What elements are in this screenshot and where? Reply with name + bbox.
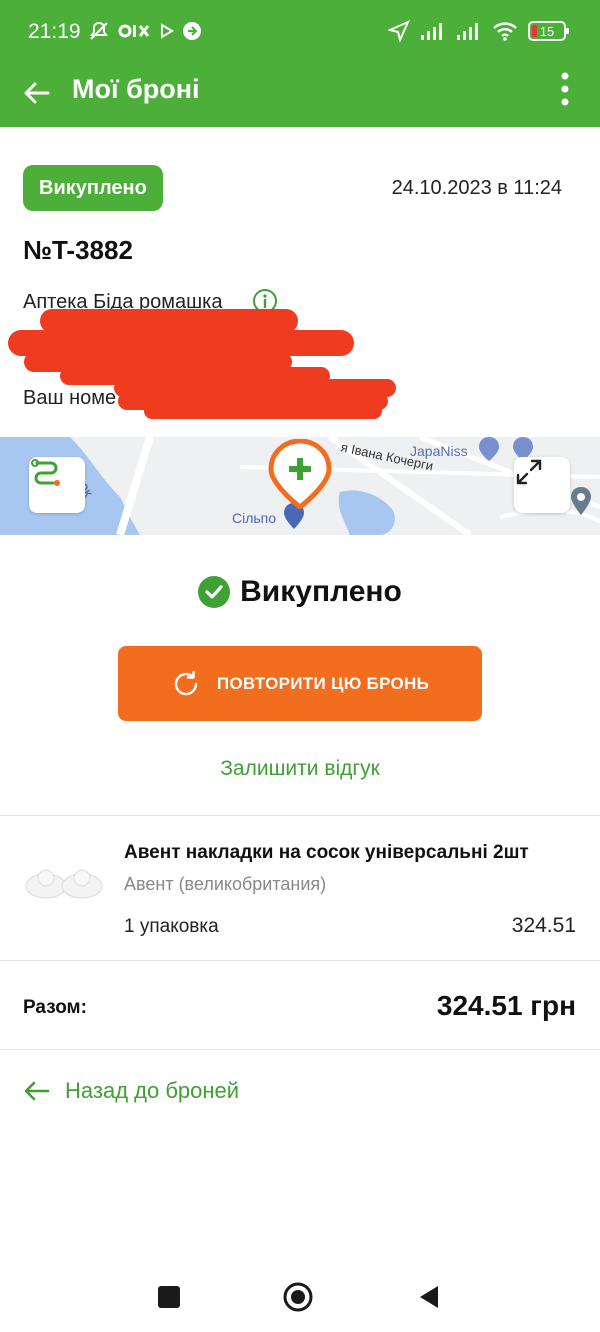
route-icon <box>31 459 60 486</box>
map-view[interactable]: к ок я Івана Кочерги JapaNiss Сільпо <box>0 437 600 535</box>
status-bar: 21:19 15 <box>0 0 600 66</box>
back-to-bookings-link[interactable]: Назад до броней <box>23 1078 239 1104</box>
product-name[interactable]: Авент накладки на сосок універсальні 2шт <box>124 842 529 864</box>
back-triangle-icon[interactable] <box>414 1282 444 1312</box>
system-icons: 15 <box>388 20 569 42</box>
expand-icon <box>516 459 542 485</box>
divider <box>0 960 600 961</box>
expand-map-button[interactable] <box>514 457 570 513</box>
repeat-booking-button[interactable]: ПОВТОРИТИ ЦЮ БРОНЬ <box>118 646 482 721</box>
phone-label: Ваш номе <box>23 387 117 409</box>
app-bar: Мої броні <box>0 66 600 127</box>
order-datetime: 24.10.2023 в 11:24 <box>391 177 562 199</box>
location-icon <box>388 20 410 42</box>
notification-icons <box>88 20 202 42</box>
back-arrow-icon <box>24 1081 50 1101</box>
map-label-store2: Сільпо <box>232 510 277 526</box>
play-icon <box>161 23 174 39</box>
status-time: 21:19 <box>28 20 81 43</box>
home-icon[interactable] <box>283 1282 313 1312</box>
refresh-icon <box>174 670 198 695</box>
total-value: 324.51 грн <box>436 990 576 1021</box>
order-number: №T-3882 <box>23 235 133 265</box>
back-to-bookings-label: Назад до броней <box>65 1078 240 1103</box>
battery-icon: 15 <box>528 21 569 41</box>
mute-bell-icon <box>90 21 108 40</box>
product-brand: Авент (великобритания) <box>124 874 327 894</box>
app-notification-icon <box>183 22 201 40</box>
back-arrow-icon[interactable] <box>22 78 52 108</box>
total-label: Разом: <box>23 997 87 1018</box>
status-row: Викуплено <box>0 575 600 609</box>
product-quantity: 1 упаковка <box>124 916 219 937</box>
product-price: 324.51 <box>511 914 576 937</box>
map-label-store1: JapaNiss <box>410 443 468 459</box>
product-item: Авент накладки на сосок універсальні 2шт… <box>0 816 600 960</box>
more-vertical-icon[interactable] <box>560 72 570 106</box>
wifi-icon <box>493 22 517 41</box>
recents-icon[interactable] <box>154 1282 184 1312</box>
status-badge: Викуплено <box>23 165 163 211</box>
place-pin-icon <box>571 487 591 515</box>
status-text: Викуплено <box>240 575 402 608</box>
divider <box>0 1049 600 1050</box>
route-button[interactable] <box>29 457 85 513</box>
page-title: Мої броні <box>72 74 200 104</box>
signal-2-icon <box>457 23 478 40</box>
order-card: Викуплено 24.10.2023 в 11:24 №T-3882 Апт… <box>0 127 600 437</box>
repeat-booking-label: ПОВТОРИТИ ЦЮ БРОНЬ <box>216 673 430 693</box>
system-nav-bar <box>0 1262 600 1332</box>
signal-1-icon <box>421 23 442 40</box>
pharmacy-marker-icon[interactable] <box>267 439 333 509</box>
redaction-mark <box>144 403 382 419</box>
check-circle-icon <box>198 576 231 608</box>
screen: 21:19 15 Мої броні Викуплено 24.10.2023 <box>0 0 600 1332</box>
shop-pin-icon <box>479 437 499 461</box>
leave-review-link[interactable]: Залишити відгук <box>0 757 600 781</box>
product-image <box>25 869 103 899</box>
olx-icon <box>118 24 150 38</box>
status-section: Викуплено ПОВТОРИТИ ЦЮ БРОНЬ Залишити ві… <box>0 535 600 815</box>
top-bar: 21:19 15 Мої броні <box>0 0 600 127</box>
battery-level: 15 <box>539 23 555 39</box>
